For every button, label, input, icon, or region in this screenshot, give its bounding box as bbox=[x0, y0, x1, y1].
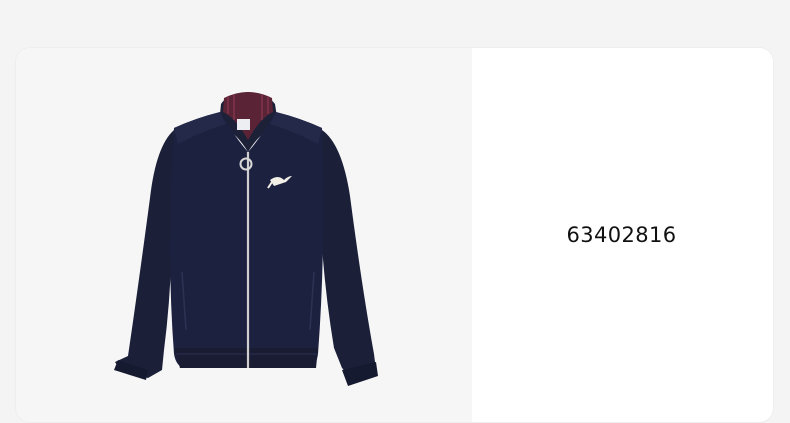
product-card[interactable]: 63402816 bbox=[16, 48, 773, 422]
jacket-right-sleeve bbox=[320, 130, 376, 382]
jacket-icon bbox=[114, 92, 378, 386]
jacket-body bbox=[170, 112, 324, 368]
product-image[interactable] bbox=[16, 48, 472, 422]
product-info: 63402816 bbox=[472, 48, 773, 422]
jacket-left-sleeve bbox=[115, 130, 174, 378]
product-id: 63402816 bbox=[566, 223, 677, 247]
